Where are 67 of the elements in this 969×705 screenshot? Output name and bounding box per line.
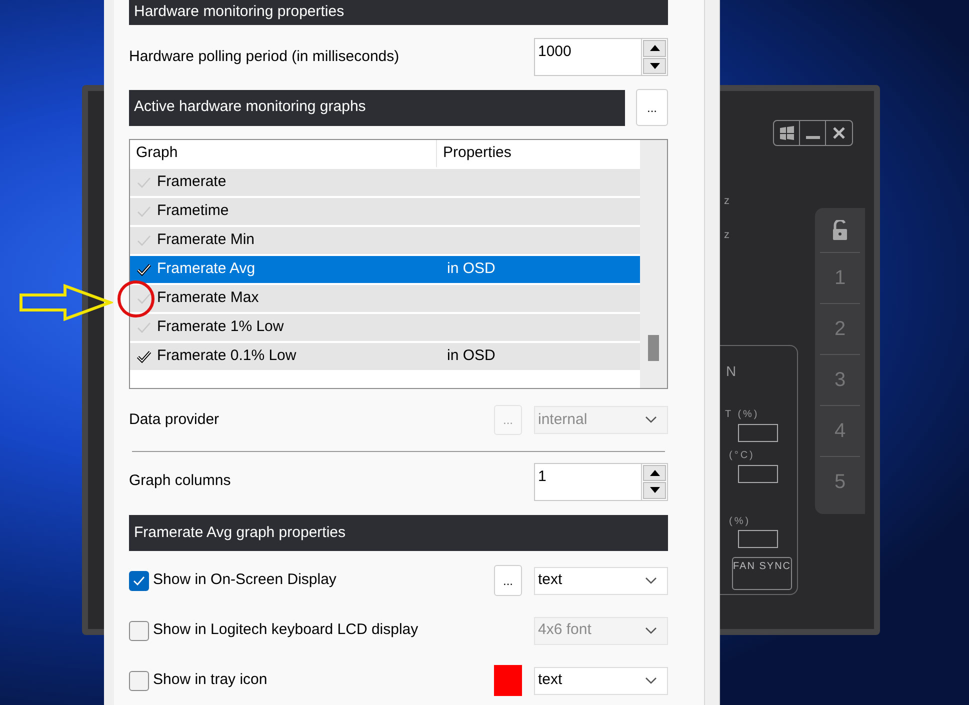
value-field (738, 530, 778, 548)
graph-columns-label: Graph columns (129, 471, 231, 492)
more-button[interactable]: ... (636, 89, 668, 126)
value-field (738, 424, 778, 442)
data-provider-label: Data provider (129, 410, 220, 430)
graph-properties: in OSD (446, 346, 496, 366)
column-header[interactable]: Properties (437, 140, 640, 167)
list-row[interactable]: Framerate 0.1% Low in OSD (130, 343, 640, 370)
fan-label: T (%) (725, 408, 760, 422)
checkbox[interactable] (129, 670, 149, 690)
temperature-label: (°C) (729, 449, 755, 463)
chevron-down-icon (645, 626, 657, 634)
clock-label: z (724, 194, 732, 209)
list-row[interactable]: Framerate Min (130, 227, 640, 254)
checkmark-icon[interactable] (136, 262, 152, 276)
graph-name: Framerate Avg (157, 259, 256, 280)
chevron-down-icon (645, 416, 657, 424)
number-spin-field[interactable]: 1 (534, 462, 668, 500)
circle-annotation-icon (117, 280, 155, 318)
list-row[interactable]: Framerate Avg in OSD (130, 256, 640, 283)
clock-label: z (724, 228, 732, 243)
arrow-annotation-icon (19, 284, 113, 321)
value-field (738, 465, 778, 483)
checkmark-icon (133, 576, 145, 586)
number-spin-field[interactable]: 1000 (534, 38, 668, 76)
option-label: Show in tray icon (153, 670, 268, 690)
column-header[interactable]: Graph (130, 140, 437, 167)
spin-down-icon[interactable] (643, 58, 666, 74)
spin-down-icon[interactable] (643, 482, 666, 498)
checkmark-icon[interactable] (136, 350, 152, 364)
graph-name: Framerate (157, 172, 228, 192)
more-button[interactable]: ... (494, 565, 522, 596)
spin-up-icon[interactable] (643, 40, 666, 56)
scrollbar[interactable] (640, 140, 667, 388)
checkmark-icon[interactable] (136, 204, 152, 218)
fan-sync-button[interactable]: FAN SYNC (732, 557, 792, 590)
checkmark-icon[interactable] (136, 234, 152, 248)
graph-name: Frametime (157, 201, 230, 222)
checkmark-icon[interactable] (136, 176, 152, 190)
chevron-down-icon (645, 576, 657, 584)
list-row[interactable]: Framerate Max (130, 285, 640, 312)
graph-name: Framerate Min (157, 230, 256, 250)
checkmark-icon[interactable] (136, 292, 152, 306)
color-swatch[interactable] (494, 665, 522, 696)
spin-up-icon[interactable] (643, 464, 666, 481)
panel-title: N (726, 362, 736, 381)
fan-label: (%) (729, 515, 751, 529)
section-header: Framerate Avg graph properties (129, 515, 668, 551)
graph-name: Framerate 1% Low (157, 317, 285, 338)
section-header: Active hardware monitoring graphs (129, 90, 625, 126)
dropdown[interactable]: text (534, 666, 668, 694)
list-row[interactable]: Framerate (130, 169, 640, 196)
graph-name: Framerate 0.1% Low (157, 346, 298, 366)
checkbox[interactable] (129, 570, 149, 590)
unlocked-padlock-icon[interactable] (832, 220, 848, 240)
graph-name: Framerate Max (157, 288, 260, 308)
scrollbar-thumb[interactable] (648, 335, 659, 361)
chevron-down-icon (645, 676, 657, 684)
section-header: Hardware monitoring properties (129, 0, 668, 25)
graph-properties: in OSD (446, 259, 496, 280)
list-row[interactable]: Framerate 1% Low (130, 314, 640, 341)
checkmark-icon[interactable] (136, 320, 152, 334)
polling-label: Hardware polling period (in milliseconds) (129, 46, 400, 67)
option-label: Show in Logitech keyboard LCD display (153, 620, 420, 640)
dropdown[interactable]: text (534, 566, 668, 594)
option-label: Show in On-Screen Display (153, 570, 338, 590)
list-row[interactable]: Frametime (130, 198, 640, 225)
